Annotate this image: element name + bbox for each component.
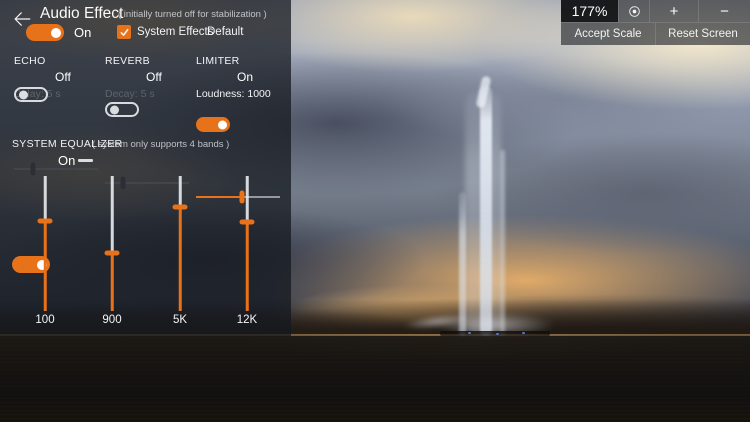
reverb-decay-value: Decay: 5 s [105, 88, 155, 100]
dash-indicator [78, 159, 93, 162]
bottom-toolbar: SW [0, 336, 750, 422]
toggle-knob [110, 105, 119, 114]
limiter-toggle[interactable] [196, 117, 230, 132]
eq-band-900-slider[interactable] [104, 176, 120, 311]
slider-track [196, 196, 280, 198]
video-player-window: Audio Effect ( initially turned off for … [0, 0, 750, 422]
eq-band-100-label: 100 [23, 314, 67, 326]
default-button[interactable]: Default [207, 26, 243, 38]
accept-scale-button[interactable]: Accept Scale [561, 23, 655, 45]
slider-track [246, 176, 249, 311]
equalizer-toggle-label: On [58, 153, 75, 168]
toggle-knob [51, 28, 61, 38]
eq-band-100-slider[interactable] [37, 176, 53, 311]
slider-thumb[interactable] [38, 218, 53, 223]
limiter-loudness-slider[interactable] [196, 190, 280, 204]
reverb-toggle-label: Off [146, 70, 162, 84]
slider-track [179, 176, 182, 311]
echo-delay-slider[interactable] [14, 162, 98, 176]
limiter-loudness-value: Loudness: 1000 [196, 88, 271, 100]
reset-screen-button[interactable]: Reset Screen [655, 23, 750, 45]
limiter-toggle-label: On [237, 70, 253, 84]
zoom-controls-row: 177% + − [561, 0, 750, 23]
master-toggle-label: On [74, 25, 91, 40]
boat-light [522, 332, 525, 334]
eq-band-5k-slider[interactable] [172, 176, 188, 311]
system-effects-label: System Effects [137, 26, 213, 38]
slider-track [111, 176, 114, 311]
toggle-knob [218, 120, 227, 129]
audio-effect-master-toggle[interactable] [26, 24, 64, 41]
slider-thumb[interactable] [240, 219, 255, 224]
limiter-label: LIMITER [196, 55, 240, 67]
system-effects-checkbox[interactable] [117, 25, 131, 39]
eq-band-900-label: 900 [90, 314, 134, 326]
slider-thumb[interactable] [120, 177, 125, 190]
reverb-toggle[interactable] [105, 102, 139, 117]
scale-buttons-row: Accept Scale Reset Screen [561, 23, 750, 45]
reverb-label: REVERB [105, 55, 150, 67]
boat-light [468, 332, 471, 334]
slider-thumb[interactable] [105, 250, 120, 255]
zoom-level-value: 177% [561, 0, 618, 22]
echo-toggle-label: Off [55, 70, 71, 84]
slider-thumb[interactable] [173, 205, 188, 210]
actual-size-target-icon [626, 3, 643, 20]
slider-track [44, 176, 47, 311]
eq-band-12k-label: 12K [225, 314, 269, 326]
echo-label: ECHO [14, 55, 46, 67]
check-icon [119, 27, 130, 38]
slider-thumb[interactable] [31, 163, 36, 176]
zoom-scale-panel: 177% + − Accept Scale Reset Screen [561, 0, 750, 45]
eq-band-5k-label: 5K [158, 314, 202, 326]
actual-size-button[interactable] [618, 0, 649, 22]
slider-track [14, 168, 98, 170]
audio-effect-panel: Audio Effect ( initially turned off for … [0, 0, 291, 336]
zoom-in-button[interactable]: + [649, 0, 698, 22]
eq-band-12k-slider[interactable] [239, 176, 255, 311]
equalizer-note: ( system only supports 4 bands ) [92, 139, 229, 150]
fountain-jet [480, 86, 492, 336]
panel-title: Audio Effect [40, 5, 123, 23]
panel-subtitle: ( initially turned off for stabilization… [118, 9, 267, 20]
echo-delay-value: Delay: 5 s [14, 88, 61, 100]
zoom-out-button[interactable]: − [698, 0, 750, 22]
boat-light [496, 333, 499, 335]
